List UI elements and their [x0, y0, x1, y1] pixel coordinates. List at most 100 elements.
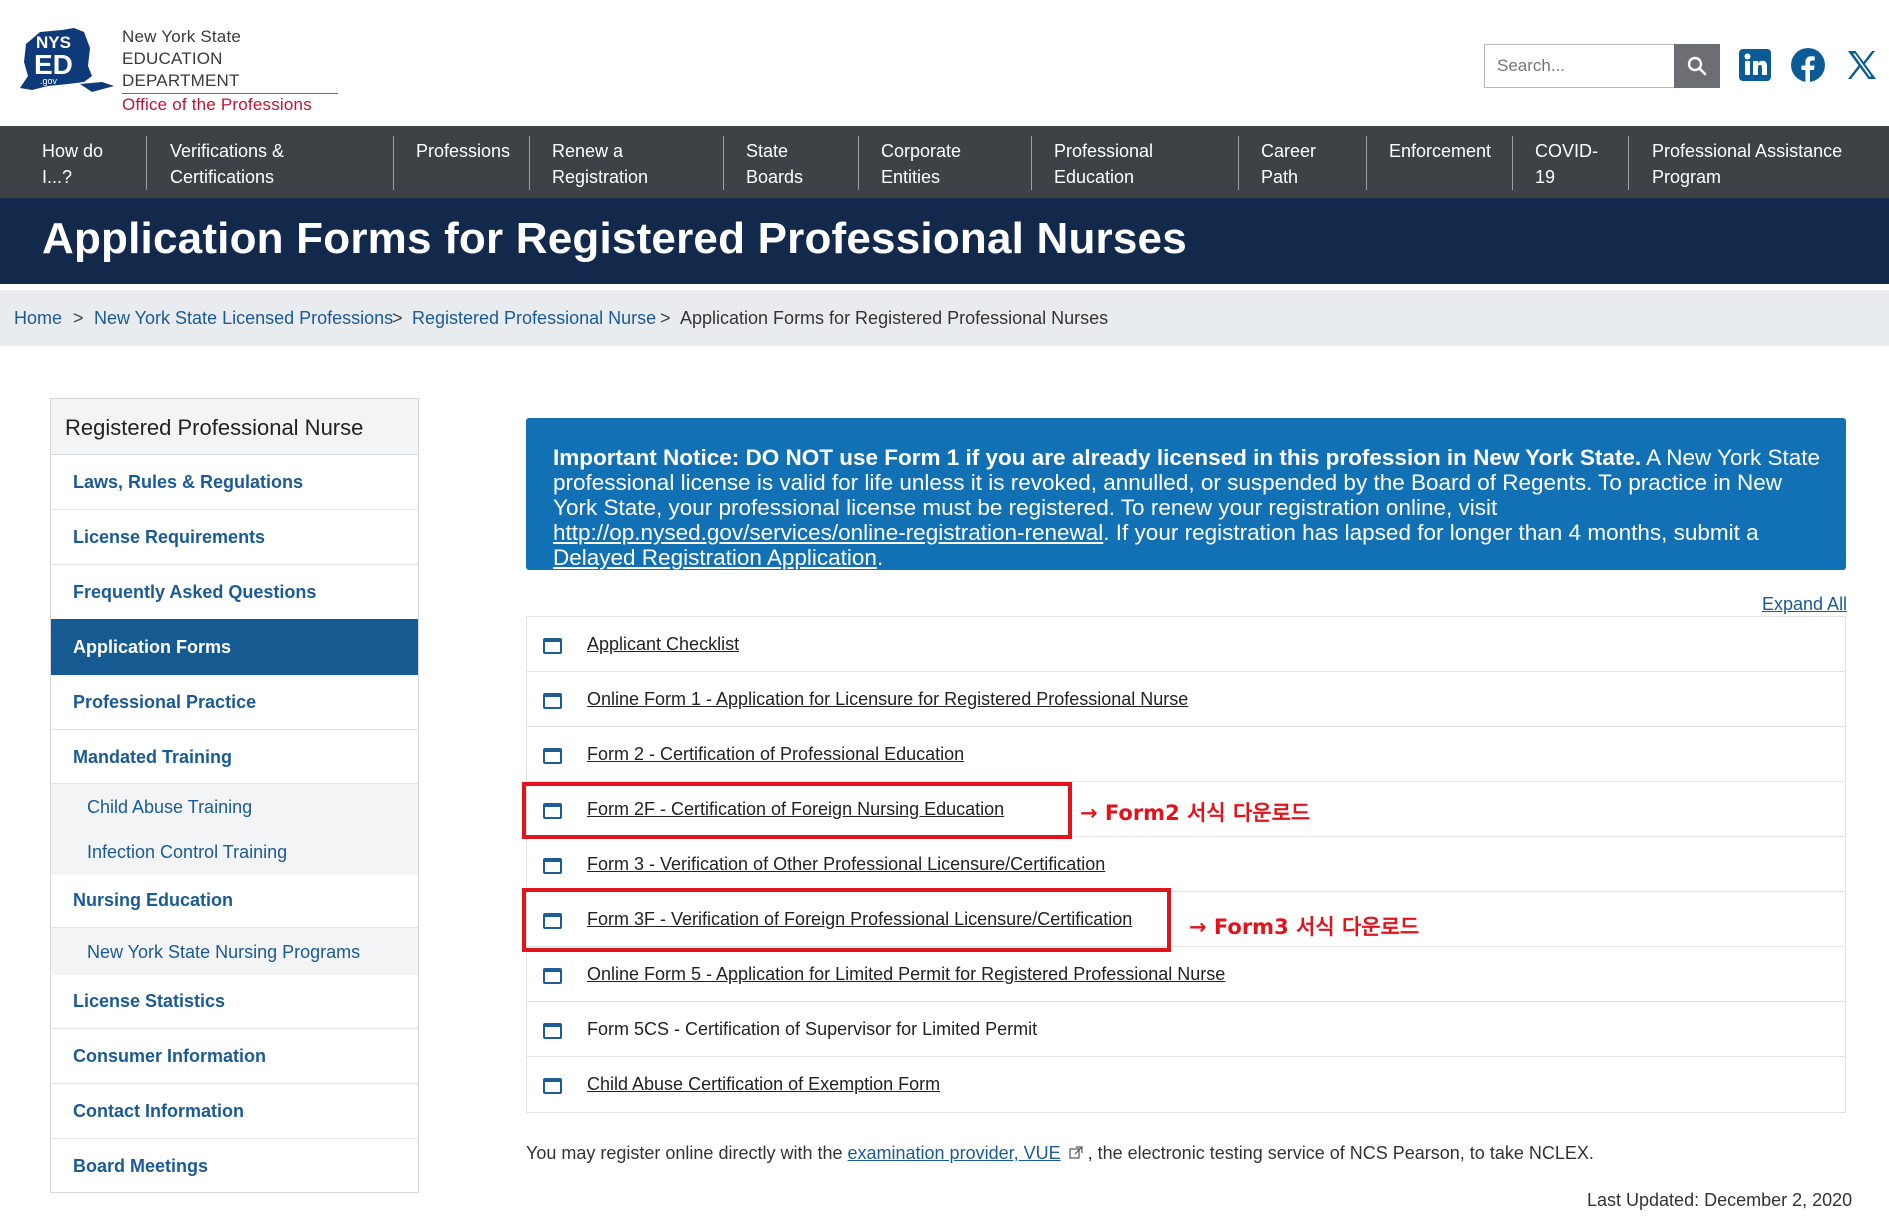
- nav-divider: [393, 136, 394, 190]
- breadcrumb-registered-nurse[interactable]: Registered Professional Nurse: [412, 308, 656, 329]
- notice-text-3: .: [876, 545, 884, 570]
- nav-item-career-path[interactable]: Career Path: [1261, 138, 1361, 188]
- form-link[interactable]: Form 3 - Verification of Other Professio…: [587, 854, 1105, 875]
- sidebar-item-label: Board Meetings: [73, 1156, 209, 1176]
- nav-item-state-boards[interactable]: State Boards: [746, 138, 846, 188]
- accordion-row-online-form-1[interactable]: Online Form 1 - Application for Licensur…: [527, 672, 1845, 727]
- nav-divider: [1366, 136, 1367, 190]
- sidebar-subitem-nys-nursing-programs[interactable]: New York State Nursing Programs: [51, 928, 418, 975]
- nav-item-professional-education[interactable]: Professional Education: [1054, 138, 1214, 188]
- logo-wordmark: New York State EDUCATION DEPARTMENT Offi…: [122, 26, 338, 116]
- nav-label: COVID-: [1535, 141, 1598, 161]
- sidebar-item-label: Frequently Asked Questions: [73, 582, 317, 602]
- x-link[interactable]: [1843, 46, 1881, 84]
- sidebar-subitem-child-abuse-training[interactable]: Child Abuse Training: [51, 784, 418, 829]
- form-link[interactable]: Child Abuse Certification of Exemption F…: [587, 1074, 940, 1095]
- nav-label: Registration: [552, 167, 649, 187]
- breadcrumb-home[interactable]: Home: [14, 308, 62, 329]
- annotation-form3-download: → Form3 서식 다운로드: [1189, 915, 1420, 939]
- x-icon: [1848, 51, 1876, 79]
- facebook-link[interactable]: [1789, 46, 1827, 84]
- breadcrumb-separator: >: [660, 308, 671, 328]
- linkedin-icon: [1739, 49, 1771, 81]
- sidebar-item-license-statistics[interactable]: License Statistics: [51, 975, 418, 1029]
- search-button[interactable]: [1674, 44, 1720, 88]
- nav-label: 19: [1535, 167, 1556, 187]
- delayed-registration-link[interactable]: Delayed Registration Application: [553, 545, 877, 570]
- nav-label: Professions: [416, 141, 511, 161]
- form-link[interactable]: Online Form 1 - Application for Licensur…: [587, 689, 1188, 710]
- notice-text: Important Notice: DO NOT use Form 1 if y…: [553, 445, 1825, 570]
- window-icon: [543, 968, 562, 984]
- nav-label: Professional Assistance: [1652, 141, 1843, 161]
- sidebar-header: Registered Professional Nurse: [51, 399, 418, 455]
- sidebar-item-faq[interactable]: Frequently Asked Questions: [51, 565, 418, 620]
- footer-text-1: You may register online directly with th…: [526, 1143, 848, 1163]
- sidebar-item-laws[interactable]: Laws, Rules & Regulations: [51, 455, 418, 510]
- nav-label: Enforcement: [1389, 141, 1492, 161]
- nav-item-corporate-entities[interactable]: Corporate Entities: [881, 138, 1021, 188]
- breadcrumb-current: Application Forms for Registered Profess…: [680, 308, 1109, 328]
- nav-item-renew-registration[interactable]: Renew a Registration: [552, 138, 702, 188]
- linkedin-link[interactable]: [1736, 46, 1774, 84]
- sidebar-item-mandated-training[interactable]: Mandated Training: [51, 730, 418, 784]
- nav-label: Path: [1261, 167, 1299, 187]
- form-link[interactable]: Applicant Checklist: [587, 634, 739, 655]
- sidebar-item-label: Contact Information: [73, 1101, 244, 1121]
- sidebar-item-professional-practice[interactable]: Professional Practice: [51, 675, 418, 730]
- nav-item-covid-19[interactable]: COVID- 19: [1535, 138, 1615, 188]
- nav-divider: [1238, 136, 1239, 190]
- highlight-box-form-3f: [522, 888, 1171, 952]
- nav-divider: [529, 136, 530, 190]
- form-link[interactable]: Form 2 - Certification of Professional E…: [587, 744, 964, 765]
- sidebar-item-contact-information[interactable]: Contact Information: [51, 1084, 418, 1139]
- breadcrumb-licensed-professions[interactable]: New York State Licensed Professions: [94, 308, 393, 329]
- nav-divider: [146, 136, 147, 190]
- facebook-icon: [1791, 48, 1825, 82]
- last-updated: Last Updated: December 2, 2020: [1587, 1190, 1853, 1210]
- sidebar-item-license-requirements[interactable]: License Requirements: [51, 510, 418, 565]
- sidebar-subitem-infection-control[interactable]: Infection Control Training: [51, 829, 418, 875]
- sidebar-item-label: Laws, Rules & Regulations: [73, 472, 304, 492]
- exam-provider-link[interactable]: examination provider, VUE: [848, 1143, 1061, 1163]
- page-title-band: Application Forms for Registered Profess…: [0, 198, 1889, 284]
- nav-label: Entities: [881, 167, 941, 187]
- search-input[interactable]: [1485, 45, 1671, 87]
- nav-label: Certifications: [170, 167, 275, 187]
- sidebar-subitem-label: Infection Control Training: [87, 842, 288, 862]
- sidebar-subitem-label: Child Abuse Training: [87, 797, 253, 817]
- nav-item-enforcement[interactable]: Enforcement: [1389, 138, 1499, 188]
- nav-item-verifications[interactable]: Verifications & Certifications: [170, 138, 370, 188]
- online-renewal-link[interactable]: http://op.nysed.gov/services/online-regi…: [553, 520, 1103, 545]
- nav-item-how-do-i[interactable]: How do I...?: [42, 138, 152, 188]
- expand-all-link[interactable]: Expand All: [1762, 594, 1847, 615]
- accordion-row-form-3[interactable]: Form 3 - Verification of Other Professio…: [527, 837, 1845, 892]
- logo-badge-sub: .gov: [40, 76, 58, 86]
- form-link[interactable]: Online Form 5 - Application for Limited …: [587, 964, 1225, 985]
- accordion-row-form-5cs[interactable]: Form 5CS - Certification of Supervisor f…: [527, 1002, 1845, 1057]
- forms-accordion: Applicant Checklist Online Form 1 - Appl…: [526, 616, 1846, 1113]
- window-icon: [543, 638, 562, 654]
- sidebar-subitem-label: New York State Nursing Programs: [87, 942, 361, 962]
- nav-label: Program: [1652, 167, 1722, 187]
- notice-bold: Important Notice: DO NOT use Form 1 if y…: [553, 445, 1642, 470]
- notice-text-2: . If your registration has lapsed for lo…: [1103, 520, 1759, 545]
- highlight-box-form-2f: [522, 782, 1072, 839]
- nav-item-professional-assistance[interactable]: Professional Assistance Program: [1652, 138, 1872, 188]
- nav-item-professions[interactable]: Professions: [416, 138, 526, 188]
- main-nav: How do I...? Verifications & Certification…: [0, 126, 1889, 198]
- breadcrumb: Home > New York State Licensed Professio…: [0, 290, 1889, 346]
- accordion-row-form-2[interactable]: Form 2 - Certification of Professional E…: [527, 727, 1845, 782]
- sidebar-item-board-meetings[interactable]: Board Meetings: [51, 1139, 418, 1192]
- sidebar-item-application-forms[interactable]: Application Forms: [51, 619, 418, 675]
- sidebar-item-consumer-information[interactable]: Consumer Information: [51, 1029, 418, 1084]
- nav-label: How do: [42, 141, 104, 161]
- accordion-row-child-abuse-exemption[interactable]: Child Abuse Certification of Exemption F…: [527, 1057, 1845, 1112]
- sidebar-item-nursing-education[interactable]: Nursing Education: [51, 875, 418, 928]
- accordion-row-applicant-checklist[interactable]: Applicant Checklist: [527, 617, 1845, 672]
- nysed-logo[interactable]: NYS ED .gov New York State EDUCATION DEP…: [18, 22, 338, 114]
- window-icon: [543, 693, 562, 709]
- accordion-row-online-form-5[interactable]: Online Form 5 - Application for Limited …: [527, 947, 1845, 1002]
- external-link-icon: [1069, 1146, 1083, 1159]
- footer-text-2: , the electronic testing service of NCS …: [1082, 1143, 1594, 1163]
